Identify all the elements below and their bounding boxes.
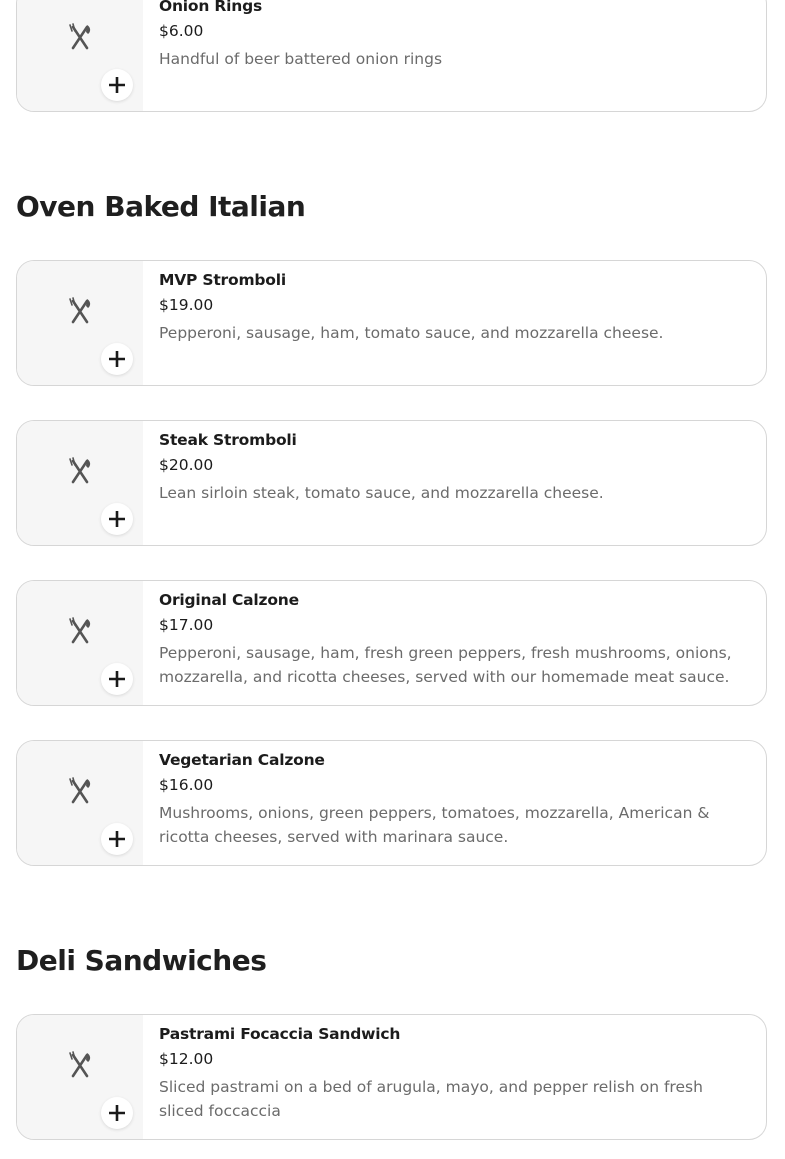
item-description: Handful of beer battered onion rings [159,50,443,68]
menu-item-card[interactable]: Vegetarian Calzone $16.00 Mushrooms, oni… [16,740,767,866]
plus-icon [109,351,125,367]
utensils-icon [69,457,91,484]
item-name: Steak Stromboli [159,431,297,449]
item-image-placeholder [17,0,143,111]
item-description: Lean sirloin steak, tomato sauce, and mo… [159,484,604,502]
utensils-icon [69,23,91,50]
item-name: Original Calzone [159,591,299,609]
item-image-placeholder [17,581,143,705]
item-description: Sliced pastrami on a bed of arugula, may… [159,1078,703,1120]
add-to-order-button[interactable] [101,1097,133,1129]
item-price: $12.00 [159,1050,214,1068]
item-price: $16.00 [159,776,214,794]
utensils-icon [69,617,91,644]
plus-icon [109,1105,125,1121]
section-title: Deli Sandwiches [16,944,267,977]
item-price: $20.00 [159,456,214,474]
menu-item-card[interactable]: Pastrami Focaccia Sandwich $12.00 Sliced… [16,1014,767,1140]
menu-item-card[interactable]: Original Calzone $17.00 Pepperoni, sausa… [16,580,767,706]
item-description: Pepperoni, sausage, ham, fresh green pep… [159,644,732,686]
item-name: MVP Stromboli [159,271,286,289]
add-to-order-button[interactable] [101,343,133,375]
menu-item-card[interactable]: Onion Rings $6.00 Handful of beer batter… [16,0,767,112]
menu-item-card[interactable]: Steak Stromboli $20.00 Lean sirloin stea… [16,420,767,546]
add-to-order-button[interactable] [101,503,133,535]
item-name: Pastrami Focaccia Sandwich [159,1025,401,1043]
utensils-icon [69,777,91,804]
plus-icon [109,77,125,93]
utensils-icon [69,297,91,324]
item-price: $19.00 [159,296,214,314]
item-name: Onion Rings [159,0,263,15]
item-description: Pepperoni, sausage, ham, tomato sauce, a… [159,324,664,342]
add-to-order-button[interactable] [101,69,133,101]
utensils-icon [69,1051,91,1078]
add-to-order-button[interactable] [101,663,133,695]
item-description: Mushrooms, onions, green peppers, tomato… [159,804,710,846]
plus-icon [109,831,125,847]
item-price: $6.00 [159,22,204,40]
item-price: $17.00 [159,616,214,634]
item-name: Vegetarian Calzone [159,751,325,769]
plus-icon [109,511,125,527]
menu-item-card[interactable]: MVP Stromboli $19.00 Pepperoni, sausage,… [16,260,767,386]
item-image-placeholder [17,741,143,865]
item-image-placeholder [17,421,143,545]
section-title: Oven Baked Italian [16,190,306,223]
plus-icon [109,671,125,687]
item-image-placeholder [17,1015,143,1139]
item-image-placeholder [17,261,143,385]
add-to-order-button[interactable] [101,823,133,855]
